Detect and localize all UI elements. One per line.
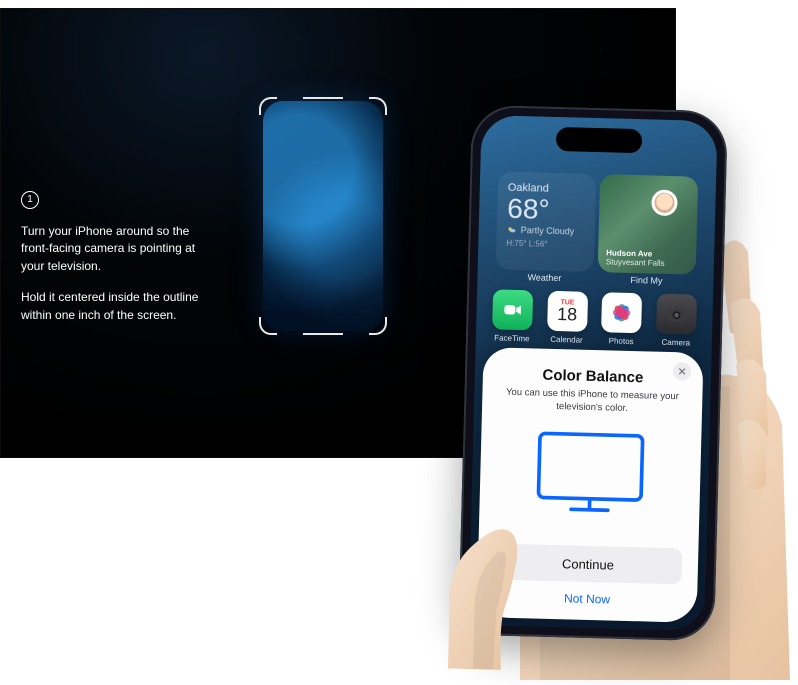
continue-button[interactable]: Continue <box>494 543 683 584</box>
tv-outline-icon <box>534 429 646 514</box>
iphone-screen: Oakland 68° Partly Cloudy H:75° L:56° We… <box>468 115 717 631</box>
iphone-device: Oakland 68° Partly Cloudy H:75° L:56° We… <box>458 105 728 642</box>
app-label: Calendar <box>550 335 583 345</box>
sheet-subtitle: You can use this iPhone to measure your … <box>502 387 683 417</box>
dynamic-island <box>556 127 643 153</box>
target-corner-icon <box>369 97 387 115</box>
color-balance-sheet: ✕ Color Balance You can use this iPhone … <box>477 347 704 623</box>
weather-condition: Partly Cloudy <box>507 225 585 237</box>
camera-icon <box>664 302 689 327</box>
facetime-icon <box>501 299 524 322</box>
instruction-block: 1 Turn your iPhone around so the front-f… <box>21 191 201 324</box>
home-screen-app-row: FaceTime TUE 18 Calendar <box>490 289 699 347</box>
close-button[interactable]: ✕ <box>673 362 691 380</box>
camera-app[interactable]: Camera <box>654 294 699 348</box>
phone-alignment-target <box>263 101 383 331</box>
find-my-location-label: Hudson Ave Stuyvesant Falls <box>606 248 665 268</box>
target-edge-icon <box>303 333 343 335</box>
facetime-app[interactable]: FaceTime <box>490 289 535 343</box>
find-my-widget[interactable]: Hudson Ave Stuyvesant Falls <box>598 174 699 275</box>
weather-widget-label: Weather <box>495 271 593 284</box>
find-my-widget-label: Find My <box>597 274 695 287</box>
app-label: Photos <box>609 336 634 346</box>
sheet-title: Color Balance <box>542 367 643 387</box>
step-number-badge: 1 <box>21 191 39 209</box>
target-edge-icon <box>303 97 343 99</box>
app-label: Camera <box>661 338 690 348</box>
photos-app[interactable]: Photos <box>599 292 644 346</box>
partly-cloudy-icon <box>507 225 517 235</box>
calendar-icon: TUE 18 <box>547 291 588 332</box>
calendar-app[interactable]: TUE 18 Calendar <box>544 291 589 345</box>
weather-hilo: H:75° L:56° <box>506 239 584 250</box>
photos-icon <box>609 299 636 326</box>
weather-temperature: 68° <box>507 194 586 225</box>
instruction-paragraph-1: Turn your iPhone around so the front-fac… <box>21 223 201 275</box>
weather-widget[interactable]: Oakland 68° Partly Cloudy H:75° L:56° <box>496 171 597 272</box>
target-corner-icon <box>369 317 387 335</box>
instruction-paragraph-2: Hold it centered inside the outline with… <box>21 289 201 324</box>
not-now-link[interactable]: Not Now <box>564 591 610 606</box>
target-corner-icon <box>259 317 277 335</box>
app-label: FaceTime <box>494 333 529 343</box>
avatar-pin-icon <box>651 189 678 216</box>
target-corner-icon <box>259 97 277 115</box>
